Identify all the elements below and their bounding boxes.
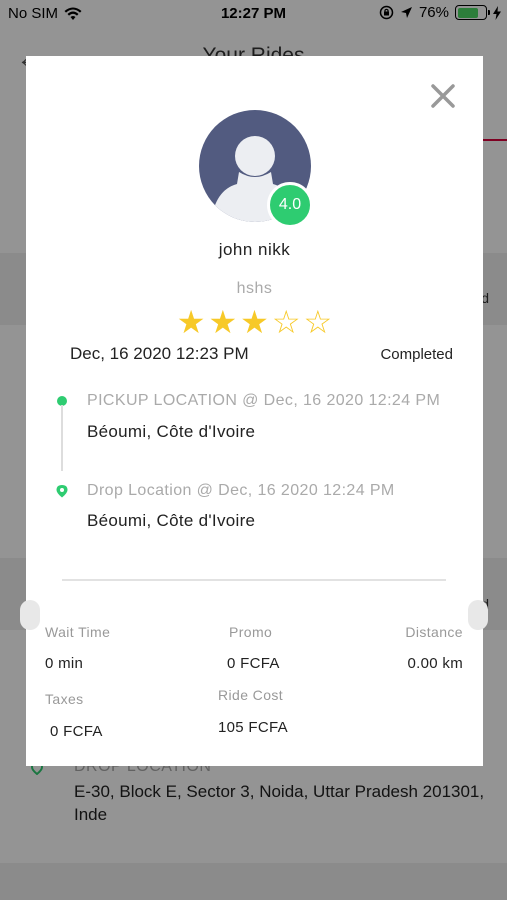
star-rating: ★ ★ ★ ☆ ☆	[26, 304, 483, 340]
ride-cost-value: 105 FCFA	[218, 719, 288, 736]
wait-time-label: Wait Time	[45, 624, 111, 640]
pickup-address: Béoumi, Côte d'Ivoire	[87, 422, 256, 441]
ticket-notch-left	[20, 600, 40, 630]
ride-status: Completed	[380, 346, 453, 363]
ride-date: Dec, 16 2020 12:23 PM	[70, 344, 249, 363]
divider	[62, 579, 446, 581]
taxes-value: 0 FCFA	[50, 723, 103, 740]
taxes-label: Taxes	[45, 691, 84, 707]
ride-detail-modal: 4.0 john nikk hshs ★ ★ ★ ☆ ☆ Dec, 16 2020 12…	[26, 56, 483, 766]
distance-label: Distance	[405, 624, 463, 640]
star-empty-icon: ☆	[303, 304, 333, 340]
ride-comment: hshs	[236, 280, 273, 297]
driver-name: john nikk	[218, 240, 291, 259]
ticket-notch-right	[468, 600, 488, 630]
driver-rating-badge: 4.0	[267, 182, 313, 228]
distance-value: 0.00 km	[407, 655, 463, 672]
star-filled-icon: ★	[176, 304, 206, 340]
promo-label: Promo	[229, 624, 273, 640]
wait-time-value: 0 min	[45, 655, 84, 672]
drop-location-label: Drop Location @ Dec, 16 2020 12:24 PM	[87, 482, 395, 499]
promo-value: 0 FCFA	[227, 655, 280, 672]
timeline-connector	[61, 405, 63, 471]
close-icon	[431, 84, 455, 108]
star-empty-icon: ☆	[271, 304, 301, 340]
ride-cost-label: Ride Cost	[218, 687, 284, 703]
star-filled-icon: ★	[240, 304, 269, 340]
driver-avatar: 4.0	[199, 110, 313, 228]
star-filled-icon: ★	[208, 304, 238, 340]
drop-address: Béoumi, Côte d'Ivoire	[87, 511, 256, 530]
close-button[interactable]	[427, 80, 459, 112]
drop-pin-icon	[56, 485, 68, 498]
pickup-location-label: PICKUP LOCATION @ Dec, 16 2020 12:24 PM	[87, 392, 441, 409]
